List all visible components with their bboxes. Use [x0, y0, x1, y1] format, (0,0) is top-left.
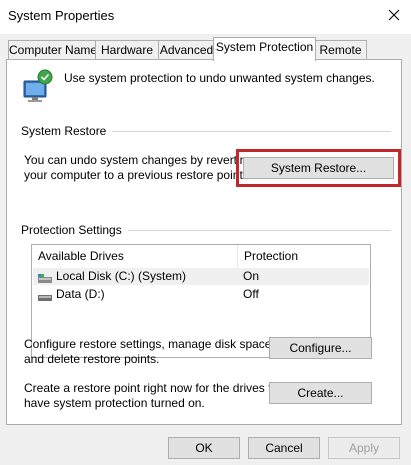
system-restore-desc-line1: You can undo system changes by reverting — [24, 153, 254, 167]
system-protection-shield-icon — [21, 68, 55, 104]
system-restore-desc-line2: your computer to a previous restore poin… — [24, 168, 247, 182]
create-description: Create a restore point right now for the… — [24, 381, 288, 411]
column-header-protection[interactable]: Protection — [238, 245, 368, 267]
protection-settings-group-label: Protection Settings — [21, 223, 128, 237]
ok-button[interactable]: OK — [168, 437, 240, 459]
tab-hardware[interactable]: Hardware — [95, 40, 159, 60]
drive-icon — [38, 290, 52, 301]
column-header-available-drives[interactable]: Available Drives — [32, 245, 237, 267]
window-title: System Properties — [8, 8, 115, 23]
cancel-button[interactable]: Cancel — [248, 437, 320, 459]
drive-name: Data (D:) — [56, 287, 105, 301]
create-button[interactable]: Create... — [269, 382, 372, 404]
system-restore-button[interactable]: System Restore... — [243, 157, 394, 179]
drive-protection-status: Off — [243, 287, 259, 301]
configure-desc-line2: and delete restore points. — [24, 352, 160, 366]
system-protection-panel: Use system protection to undo unwanted s… — [6, 59, 402, 425]
title-bar: System Properties — [0, 0, 411, 34]
configure-description: Configure restore settings, manage disk … — [24, 337, 275, 367]
tab-advanced[interactable]: Advanced — [158, 40, 215, 60]
system-restore-description: You can undo system changes by reverting… — [24, 153, 253, 183]
intro-text: Use system protection to undo unwanted s… — [64, 71, 375, 85]
tab-system-protection[interactable]: System Protection — [213, 37, 316, 61]
tab-remote[interactable]: Remote — [314, 40, 367, 60]
tab-computer-name[interactable]: Computer Name — [8, 40, 97, 60]
create-desc-line2: have system protection turned on. — [24, 396, 205, 410]
system-restore-group-label: System Restore — [21, 124, 113, 138]
drive-protection-status: On — [243, 269, 260, 283]
configure-button[interactable]: Configure... — [269, 337, 372, 359]
table-row[interactable]: Local Disk (C:) (System) On — [33, 268, 369, 285]
create-desc-line1: Create a restore point right now for the… — [24, 381, 289, 395]
close-icon[interactable] — [385, 6, 403, 24]
apply-button[interactable]: Apply — [328, 437, 400, 459]
table-row[interactable]: Data (D:) Off — [33, 286, 369, 303]
drive-name: Local Disk (C:) (System) — [56, 269, 187, 283]
configure-desc-line1: Configure restore settings, manage disk … — [24, 337, 275, 351]
system-drive-icon — [38, 272, 52, 283]
